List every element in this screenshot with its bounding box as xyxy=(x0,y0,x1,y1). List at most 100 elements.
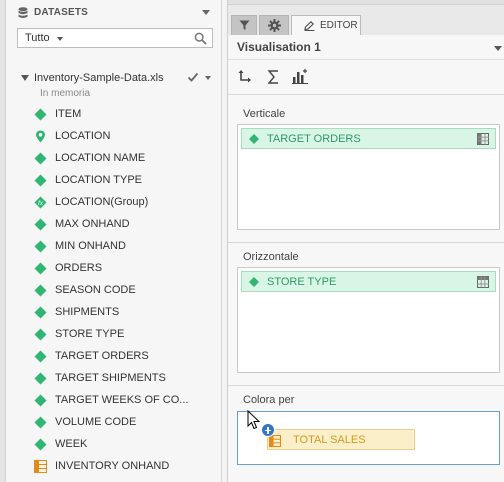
field-item[interactable]: MIN ONHAND xyxy=(34,236,221,258)
dataset-filter[interactable]: Tutto xyxy=(17,28,213,48)
field-item[interactable]: WEEK xyxy=(34,434,221,456)
collapse-triangle-icon[interactable] xyxy=(21,75,29,81)
field-item[interactable]: TARGET ORDERS xyxy=(34,346,221,368)
field-item[interactable]: ORDERS xyxy=(34,258,221,280)
field-label: ITEM xyxy=(55,108,82,120)
field-label: TARGET SHIPMENTS xyxy=(55,372,166,384)
vertical-zone-label: Verticale xyxy=(243,108,286,120)
location-pin-icon xyxy=(36,130,45,143)
diamond-icon xyxy=(34,328,47,341)
field-item[interactable] xyxy=(34,478,221,482)
diamond-icon xyxy=(34,108,47,121)
field-label: WEEK xyxy=(55,438,88,450)
field-label: MAX ONHAND xyxy=(55,218,130,230)
datasets-header[interactable]: DATASETS xyxy=(16,5,216,21)
mouse-cursor-icon xyxy=(247,410,261,430)
datasets-panel: DATASETS Tutto Inventory-Sample-Data.xls… xyxy=(0,0,222,482)
field-label: LOCATION TYPE xyxy=(55,174,143,186)
divider xyxy=(228,242,504,243)
diamond-icon xyxy=(34,306,47,319)
diamond-icon xyxy=(34,152,47,165)
chart-type-icon[interactable] xyxy=(292,68,308,86)
field-label: VOLUME CODE xyxy=(55,416,137,428)
field-item[interactable]: LOCATION xyxy=(34,126,221,148)
field-item[interactable]: TARGET SHIPMENTS xyxy=(34,368,221,390)
search-icon[interactable] xyxy=(194,32,207,45)
diamond-icon xyxy=(34,438,47,451)
field-label: TARGET ORDERS xyxy=(55,350,149,362)
field-item[interactable]: LOCATION NAME xyxy=(34,148,221,170)
field-item[interactable]: ITEM xyxy=(34,104,221,126)
pencil-icon xyxy=(304,21,315,31)
measure-icon xyxy=(269,435,281,447)
dragging-field-label: TOTAL SALES xyxy=(293,434,366,446)
fx-icon: fx xyxy=(34,196,47,209)
editor-panel: EDITOR Visualisation 1 Verticale TARGET … xyxy=(227,0,504,482)
divider xyxy=(228,385,504,386)
horizontal-zone-label: Orizzontale xyxy=(243,251,299,263)
vertical-field-label: TARGET ORDERS xyxy=(267,133,361,145)
filter-caret-icon[interactable] xyxy=(57,37,63,41)
dataset-status: In memoria xyxy=(40,88,91,99)
field-item[interactable]: STORE TYPE xyxy=(34,324,221,346)
dataset-menu-caret-icon[interactable] xyxy=(205,76,211,80)
dataset-file-name[interactable]: Inventory-Sample-Data.xls xyxy=(34,72,164,84)
field-list: ITEM LOCATION LOCATION NAME LOCATION TYPE fx… xyxy=(34,104,221,482)
field-label: LOCATION NAME xyxy=(55,152,146,164)
diamond-icon xyxy=(34,350,47,363)
diamond-icon xyxy=(249,134,259,144)
column-table-icon[interactable] xyxy=(477,133,489,145)
visualisation-menu-caret-icon[interactable] xyxy=(494,46,502,51)
dataset-file-row[interactable]: Inventory-Sample-Data.xls xyxy=(19,71,219,87)
field-label: LOCATION(Group) xyxy=(55,196,149,208)
sum-icon[interactable] xyxy=(266,68,282,86)
diamond-icon xyxy=(34,174,47,187)
swap-axes-icon[interactable] xyxy=(238,68,254,86)
filter-icon xyxy=(239,20,250,30)
field-item[interactable]: VOLUME CODE xyxy=(34,412,221,434)
datasets-title: DATASETS xyxy=(34,7,89,18)
field-label: INVENTORY ONHAND xyxy=(55,460,170,472)
visualisation-title[interactable]: Visualisation 1 xyxy=(237,40,321,54)
field-label: SEASON CODE xyxy=(55,284,136,296)
tab-editor-label: EDITOR xyxy=(320,20,358,31)
diamond-icon xyxy=(34,262,47,275)
tab-filter[interactable] xyxy=(231,15,257,35)
dragging-field-pill[interactable]: TOTAL SALES xyxy=(267,429,415,450)
field-item[interactable]: SHIPMENTS xyxy=(34,302,221,324)
vertical-drop-zone[interactable]: TARGET ORDERS xyxy=(237,124,500,230)
editor-toolbar xyxy=(238,68,338,86)
horizontal-field-label: STORE TYPE xyxy=(267,276,337,288)
field-item[interactable]: MAX ONHAND xyxy=(34,214,221,236)
field-label: STORE TYPE xyxy=(55,328,125,340)
horizontal-field-pill[interactable]: STORE TYPE xyxy=(241,271,496,292)
field-label: LOCATION xyxy=(55,130,111,142)
diamond-icon xyxy=(34,240,47,253)
tab-bar-edge xyxy=(228,0,504,5)
field-item[interactable]: LOCATION TYPE xyxy=(34,170,221,192)
tab-settings[interactable] xyxy=(259,15,289,35)
database-icon xyxy=(18,7,28,18)
filter-select[interactable]: Tutto xyxy=(25,32,50,44)
field-item[interactable]: SEASON CODE xyxy=(34,280,221,302)
diamond-icon xyxy=(34,372,47,385)
vertical-field-pill[interactable]: TARGET ORDERS xyxy=(241,128,496,149)
measure-icon xyxy=(34,460,47,473)
datasets-menu-caret-icon[interactable] xyxy=(202,10,210,15)
tab-editor[interactable]: EDITOR xyxy=(291,15,361,35)
gear-icon xyxy=(268,19,281,32)
diamond-icon xyxy=(249,277,259,287)
divider xyxy=(228,59,504,60)
horizontal-drop-zone[interactable]: STORE TYPE xyxy=(237,267,500,373)
field-item[interactable]: fx LOCATION(Group) xyxy=(34,192,221,214)
field-label: TARGET WEEKS OF CO... xyxy=(55,394,189,406)
row-table-icon[interactable] xyxy=(477,276,489,288)
diamond-icon xyxy=(34,218,47,231)
field-item[interactable]: INVENTORY ONHAND xyxy=(34,456,221,478)
tab-bar: EDITOR xyxy=(228,0,504,35)
field-label: ORDERS xyxy=(55,262,103,274)
add-plus-icon xyxy=(261,423,275,437)
diamond-icon xyxy=(34,394,47,407)
field-item[interactable]: TARGET WEEKS OF CO... xyxy=(34,390,221,412)
divider xyxy=(228,94,504,95)
